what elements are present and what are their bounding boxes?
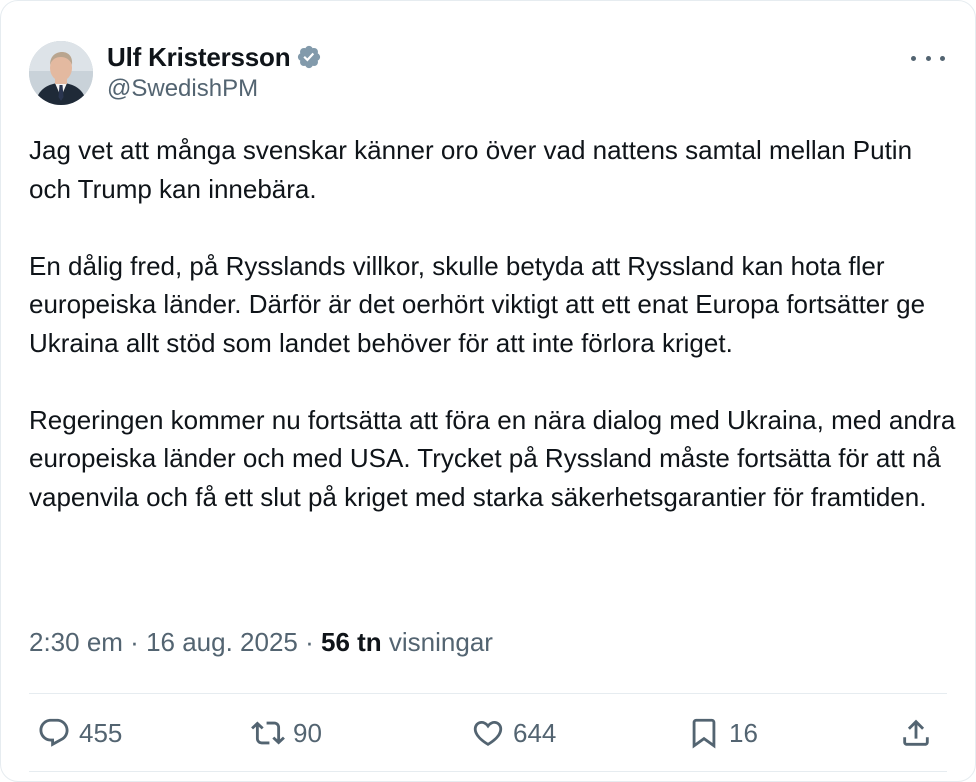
more-dot — [940, 55, 945, 61]
bookmark-icon — [687, 716, 721, 750]
verified-badge-icon — [296, 44, 322, 70]
tweet-text: Jag vet att många svenskar känner oro öv… — [29, 131, 959, 516]
more-dot — [925, 55, 931, 61]
divider — [29, 693, 947, 694]
repost-count: 90 — [293, 717, 322, 748]
meta-separator: · — [122, 627, 147, 657]
bookmark-count: 16 — [729, 717, 758, 748]
action-bar: 455 90 644 16 — [1, 709, 975, 757]
views-count[interactable]: 56 tn — [321, 627, 382, 657]
reply-button[interactable]: 455 — [37, 709, 122, 757]
more-dot — [911, 55, 916, 61]
share-icon — [899, 716, 933, 750]
author-handle[interactable]: @SwedishPM — [107, 75, 258, 103]
heart-icon — [471, 716, 505, 750]
repost-icon — [251, 716, 285, 750]
tweet-metadata: 2:30 em · 16 aug. 2025 · 56 tn visningar — [29, 627, 493, 658]
reply-icon — [37, 716, 71, 750]
tweet-paragraph: Regeringen kommer nu fortsätta att föra … — [29, 404, 956, 512]
like-count: 644 — [513, 717, 557, 748]
tweet-date[interactable]: 16 aug. 2025 — [146, 627, 298, 657]
repost-button[interactable]: 90 — [251, 709, 322, 757]
like-button[interactable]: 644 — [471, 709, 556, 757]
avatar-portrait-icon — [29, 41, 93, 105]
tweet-card: Ulf Kristersson @SwedishPM Jag vet att m… — [0, 0, 976, 782]
more-options-icon[interactable] — [911, 47, 945, 69]
author-display-name[interactable]: Ulf Kristersson — [107, 42, 291, 73]
share-button[interactable] — [899, 709, 933, 757]
meta-separator: · — [297, 627, 321, 657]
author-name-row: Ulf Kristersson — [107, 41, 322, 73]
tweet-paragraph: En dålig fred, på Rysslands villkor, sku… — [29, 250, 926, 358]
reply-count: 455 — [79, 717, 123, 748]
views-label: visningar — [388, 627, 493, 657]
tweet-paragraph: Jag vet att många svenskar känner oro öv… — [29, 135, 913, 204]
divider — [29, 771, 947, 772]
avatar[interactable] — [29, 41, 93, 105]
bookmark-button[interactable]: 16 — [687, 709, 758, 757]
tweet-time[interactable]: 2:30 em — [29, 627, 123, 657]
